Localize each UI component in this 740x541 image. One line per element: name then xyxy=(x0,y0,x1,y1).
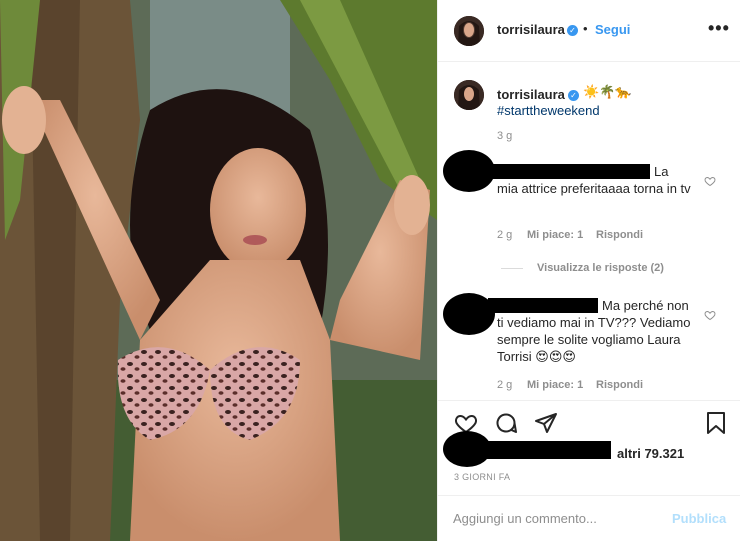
post-photo[interactable] xyxy=(0,0,437,541)
comment-likes-count[interactable]: Mi piace: 1 xyxy=(527,379,583,391)
post-date[interactable]: 3 GIORNI FA xyxy=(454,472,510,482)
verified-badge-icon: ✓ xyxy=(568,90,579,101)
redacted-liker-name xyxy=(478,441,611,459)
comment-like-heart-icon[interactable] xyxy=(704,309,716,321)
bookmark-icon[interactable] xyxy=(704,411,728,435)
publish-button[interactable]: Pubblica xyxy=(672,511,726,526)
comment-bubble-icon[interactable] xyxy=(494,411,518,435)
add-comment-bar: Aggiungi un commento... Pubblica xyxy=(438,495,740,541)
view-replies-button[interactable]: Visualizza le risposte (2) xyxy=(537,262,664,274)
post-header: torrisilaura ✓ • Segui ••• xyxy=(438,0,740,62)
redacted-commenter-name xyxy=(488,298,598,313)
more-options-icon[interactable]: ••• xyxy=(708,18,730,39)
comment-timestamp[interactable]: 2 g xyxy=(497,379,512,391)
comment-reply-button[interactable]: Rispondi xyxy=(596,379,643,391)
verified-badge-icon: ✓ xyxy=(567,25,578,36)
paper-plane-icon[interactable] xyxy=(534,411,558,435)
caption-emojis: ☀️🌴🐆 xyxy=(583,84,632,99)
comment-like-heart-icon[interactable] xyxy=(704,175,716,187)
author-avatar[interactable] xyxy=(454,16,484,46)
replies-divider xyxy=(501,268,523,269)
caption-author-avatar[interactable] xyxy=(454,80,484,110)
post-details-panel: torrisilaura ✓ • Segui ••• torrisilaura … xyxy=(437,0,740,541)
author-username[interactable]: torrisilaura xyxy=(497,22,565,37)
comment-text: ti vediamo mai in TV??? Vediamo sempre l… xyxy=(497,315,691,364)
comment-input[interactable]: Aggiungi un commento... xyxy=(453,511,597,526)
comment-text-start: La xyxy=(654,164,669,179)
caption-hashtag-link[interactable]: #starttheweekend xyxy=(497,103,600,118)
comment-reply-button[interactable]: Rispondi xyxy=(596,229,643,241)
caption-username[interactable]: torrisilaura xyxy=(497,87,565,102)
comment-timestamp[interactable]: 2 g xyxy=(497,229,512,241)
caption-timestamp[interactable]: 3 g xyxy=(497,130,512,142)
follow-button[interactable]: Segui xyxy=(595,22,630,37)
likes-count[interactable]: altri 79.321 xyxy=(617,446,684,461)
comment-text: mia attrice preferitaaaa torna in tv xyxy=(497,181,691,196)
comment-likes-count[interactable]: Mi piace: 1 xyxy=(527,229,583,241)
header-separator: • xyxy=(583,21,588,36)
redacted-commenter-name xyxy=(488,164,650,179)
comment-text-start: Ma perché non xyxy=(602,298,689,313)
post-photo-illustration xyxy=(0,0,437,541)
